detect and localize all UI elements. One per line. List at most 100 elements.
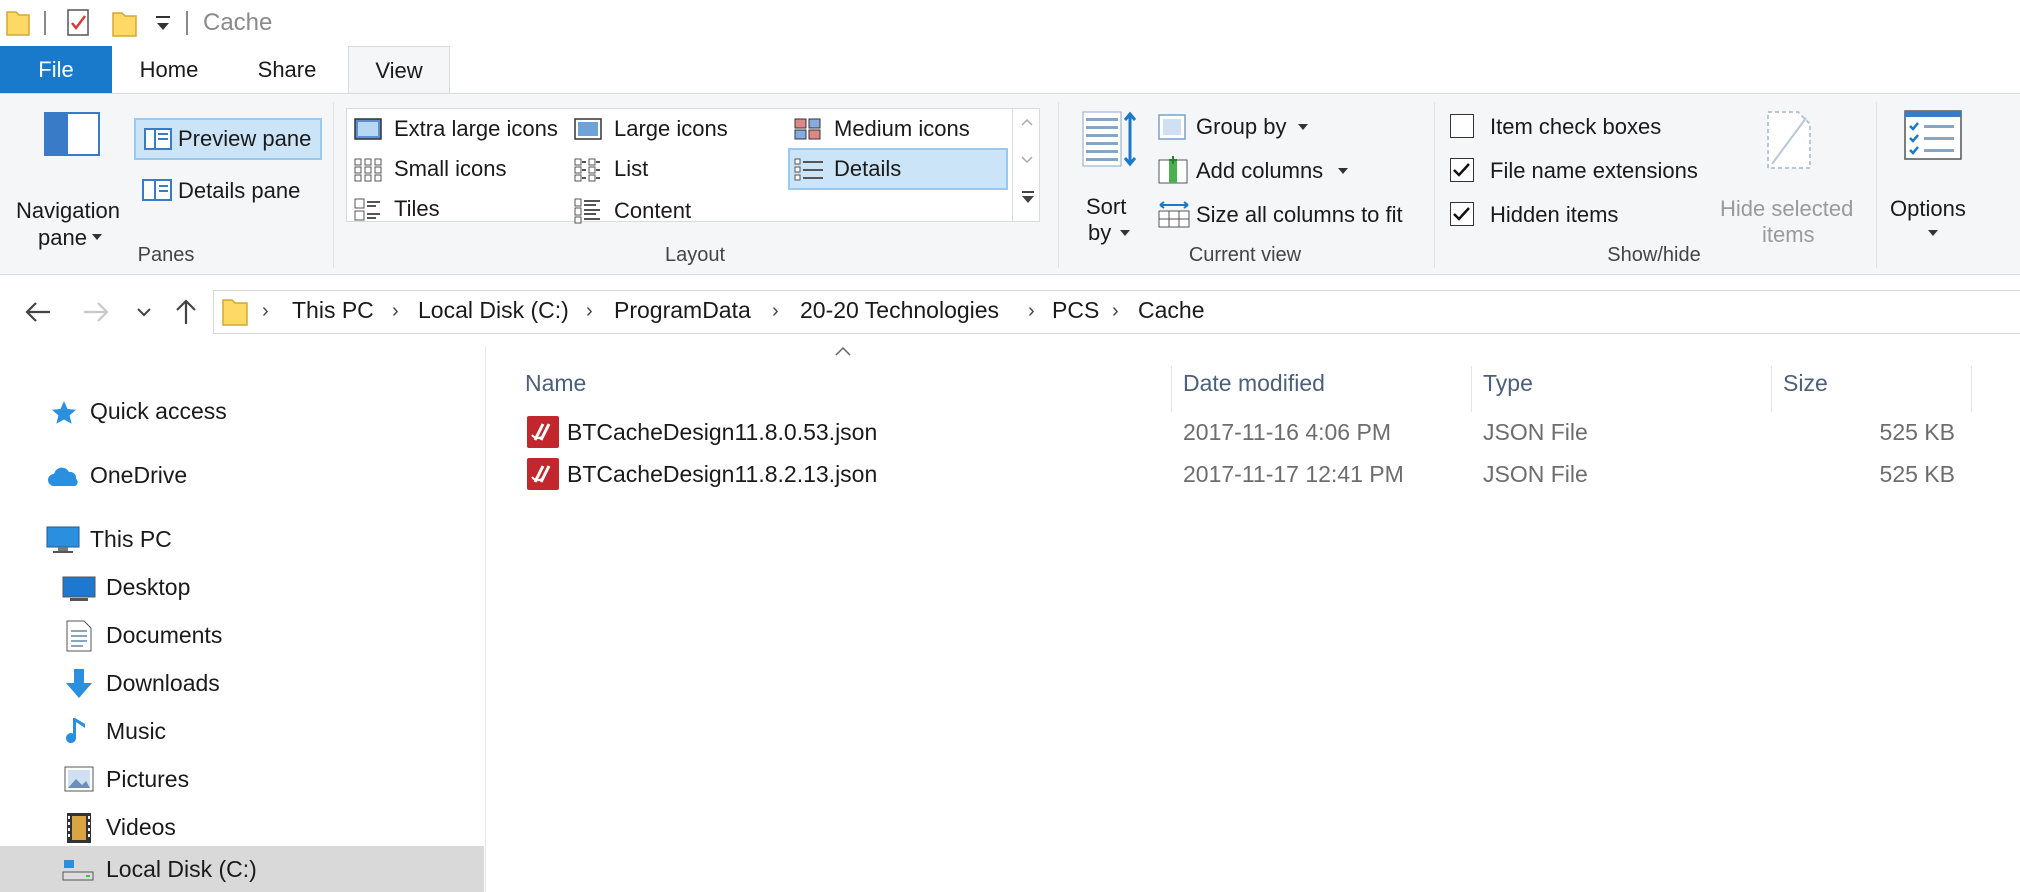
scroll-up-icon[interactable] [1021, 118, 1033, 126]
column-divider[interactable] [1771, 366, 1772, 412]
breadcrumb-chevron[interactable]: › [262, 300, 269, 323]
sort-by-button[interactable]: Sort by [1074, 110, 1144, 245]
nav-item-onedrive[interactable]: OneDrive [0, 452, 486, 498]
content-icon [574, 198, 600, 224]
nav-item-quick-access[interactable]: Quick access [0, 388, 486, 434]
ribbon-tabs: File Home Share View [0, 46, 2020, 95]
breadcrumb-chevron[interactable]: › [772, 300, 779, 323]
nav-item-music[interactable]: Music [0, 708, 486, 754]
checkbox-checked[interactable] [1450, 158, 1474, 182]
column-header-date-modified[interactable]: Date modified [1173, 360, 1471, 406]
details-pane-button[interactable]: Details pane [136, 170, 324, 210]
properties-icon[interactable] [66, 7, 92, 37]
navigation-pane-button[interactable]: Navigation pane [12, 112, 132, 250]
sort-ascending-icon [835, 346, 851, 356]
file-size: 525 KB [1879, 461, 1955, 487]
checkbox-checked[interactable] [1450, 202, 1474, 226]
panes-group-label: Panes [137, 244, 195, 266]
breadcrumb-cache[interactable]: Cache [1138, 297, 1204, 324]
navigation-pane-icon [44, 112, 100, 156]
hide-selected-label: Hide selected [1720, 196, 1854, 221]
preview-pane-button[interactable]: Preview pane [134, 118, 322, 160]
pictures-icon [64, 766, 94, 792]
cloud-icon [46, 466, 80, 488]
nav-item-downloads[interactable]: Downloads [0, 660, 486, 706]
hidden-items-toggle[interactable]: Hidden items [1450, 198, 1710, 232]
nav-item-local-disk[interactable]: Local Disk (C:) [0, 846, 484, 892]
expand-gallery-icon[interactable] [1021, 190, 1035, 204]
small-icons-icon [354, 158, 382, 182]
title-bar: Cache [0, 0, 2020, 46]
tab-file[interactable]: File [0, 46, 112, 94]
column-header-size[interactable]: Size [1773, 360, 1969, 406]
layout-medium-icons[interactable]: Medium icons [794, 116, 970, 141]
breadcrumb-local-disk[interactable]: Local Disk (C:) [418, 297, 569, 324]
preview-pane-label: Preview pane [178, 126, 312, 151]
add-columns-button[interactable]: Add columns [1158, 152, 1358, 188]
breadcrumb-this-pc[interactable]: This PC [292, 297, 374, 324]
breadcrumb-chevron[interactable]: › [586, 300, 593, 323]
nav-item-desktop[interactable]: Desktop [0, 564, 486, 610]
column-header-name[interactable]: Name [487, 360, 1177, 406]
layout-item-label: Extra large icons [394, 116, 558, 141]
tab-home[interactable]: Home [112, 46, 226, 94]
breadcrumb-chevron[interactable]: › [1028, 300, 1035, 323]
nav-item-documents[interactable]: Documents [0, 612, 486, 658]
nav-item-pictures[interactable]: Pictures [0, 756, 486, 802]
tab-share[interactable]: Share [226, 46, 348, 94]
table-row[interactable]: BTCacheDesign11.8.0.53.json 2017-11-16 4… [487, 410, 2020, 452]
layout-large-icons[interactable]: Large icons [574, 116, 728, 141]
layout-item-label: Small icons [394, 156, 507, 181]
file-list: Name Date modified Type Size BTCacheDesi… [487, 346, 2020, 892]
tiles-icon [354, 198, 380, 221]
options-icon [1904, 110, 1962, 160]
videos-icon [66, 812, 92, 844]
breadcrumb-chevron[interactable]: › [392, 300, 399, 323]
up-icon[interactable] [174, 298, 198, 326]
new-folder-icon[interactable] [112, 8, 138, 38]
customize-toolbar-dropdown-icon[interactable] [154, 14, 172, 34]
size-all-columns-button[interactable]: Size all columns to fit [1158, 196, 1428, 232]
column-divider[interactable] [1971, 366, 1972, 412]
column-divider[interactable] [1471, 366, 1472, 412]
group-by-button[interactable]: Group by [1158, 110, 1328, 146]
breadcrumb-20-20-technologies[interactable]: 20-20 Technologies [800, 297, 999, 324]
layout-tiles[interactable]: Tiles [354, 196, 440, 222]
forward-icon[interactable] [82, 300, 110, 324]
file-name: BTCacheDesign11.8.0.53.json [567, 419, 878, 445]
layout-extra-large-icons[interactable]: Extra large icons [354, 116, 558, 141]
options-button[interactable]: Options [1884, 110, 1984, 236]
breadcrumb-pcs[interactable]: PCS [1052, 297, 1099, 324]
documents-icon [66, 620, 92, 652]
back-icon[interactable] [24, 300, 52, 324]
nav-label: Music [106, 718, 167, 744]
scroll-down-icon[interactable] [1021, 156, 1033, 164]
file-name-extensions-toggle[interactable]: File name extensions [1450, 154, 1710, 188]
file-date-modified: 2017-11-17 12:41 PM [1183, 461, 1404, 487]
breadcrumb-programdata[interactable]: ProgramData [614, 297, 751, 324]
column-header-label: Date modified [1183, 370, 1325, 396]
tab-view[interactable]: View [348, 46, 450, 95]
column-header-type[interactable]: Type [1473, 360, 1771, 406]
checkbox-unchecked[interactable] [1450, 114, 1474, 138]
separator [186, 11, 188, 35]
hide-selected-items-button[interactable]: Hide selected items [1716, 110, 1860, 247]
table-row[interactable]: BTCacheDesign11.8.2.13.json 2017-11-17 1… [487, 452, 2020, 494]
breadcrumb-chevron[interactable]: › [1112, 300, 1119, 323]
layout-list[interactable]: List [574, 156, 648, 182]
layout-small-icons[interactable]: Small icons [354, 156, 506, 182]
file-name: BTCacheDesign11.8.2.13.json [567, 461, 878, 487]
hidden-items-label: Hidden items [1490, 202, 1619, 227]
nav-item-videos[interactable]: Videos [0, 804, 486, 850]
downloads-icon [64, 668, 94, 700]
nav-item-this-pc[interactable]: This PC [0, 516, 486, 562]
recent-locations-icon[interactable] [137, 308, 151, 318]
layout-details[interactable]: Details [788, 148, 1008, 190]
sort-icon [1082, 110, 1140, 168]
item-check-boxes-toggle[interactable]: Item check boxes [1450, 110, 1710, 144]
layout-content[interactable]: Content [574, 198, 691, 224]
folder-icon [222, 295, 248, 327]
sort-by-label: Sort [1086, 194, 1127, 219]
chevron-down-icon [1928, 230, 1938, 236]
column-divider[interactable] [1171, 366, 1172, 412]
